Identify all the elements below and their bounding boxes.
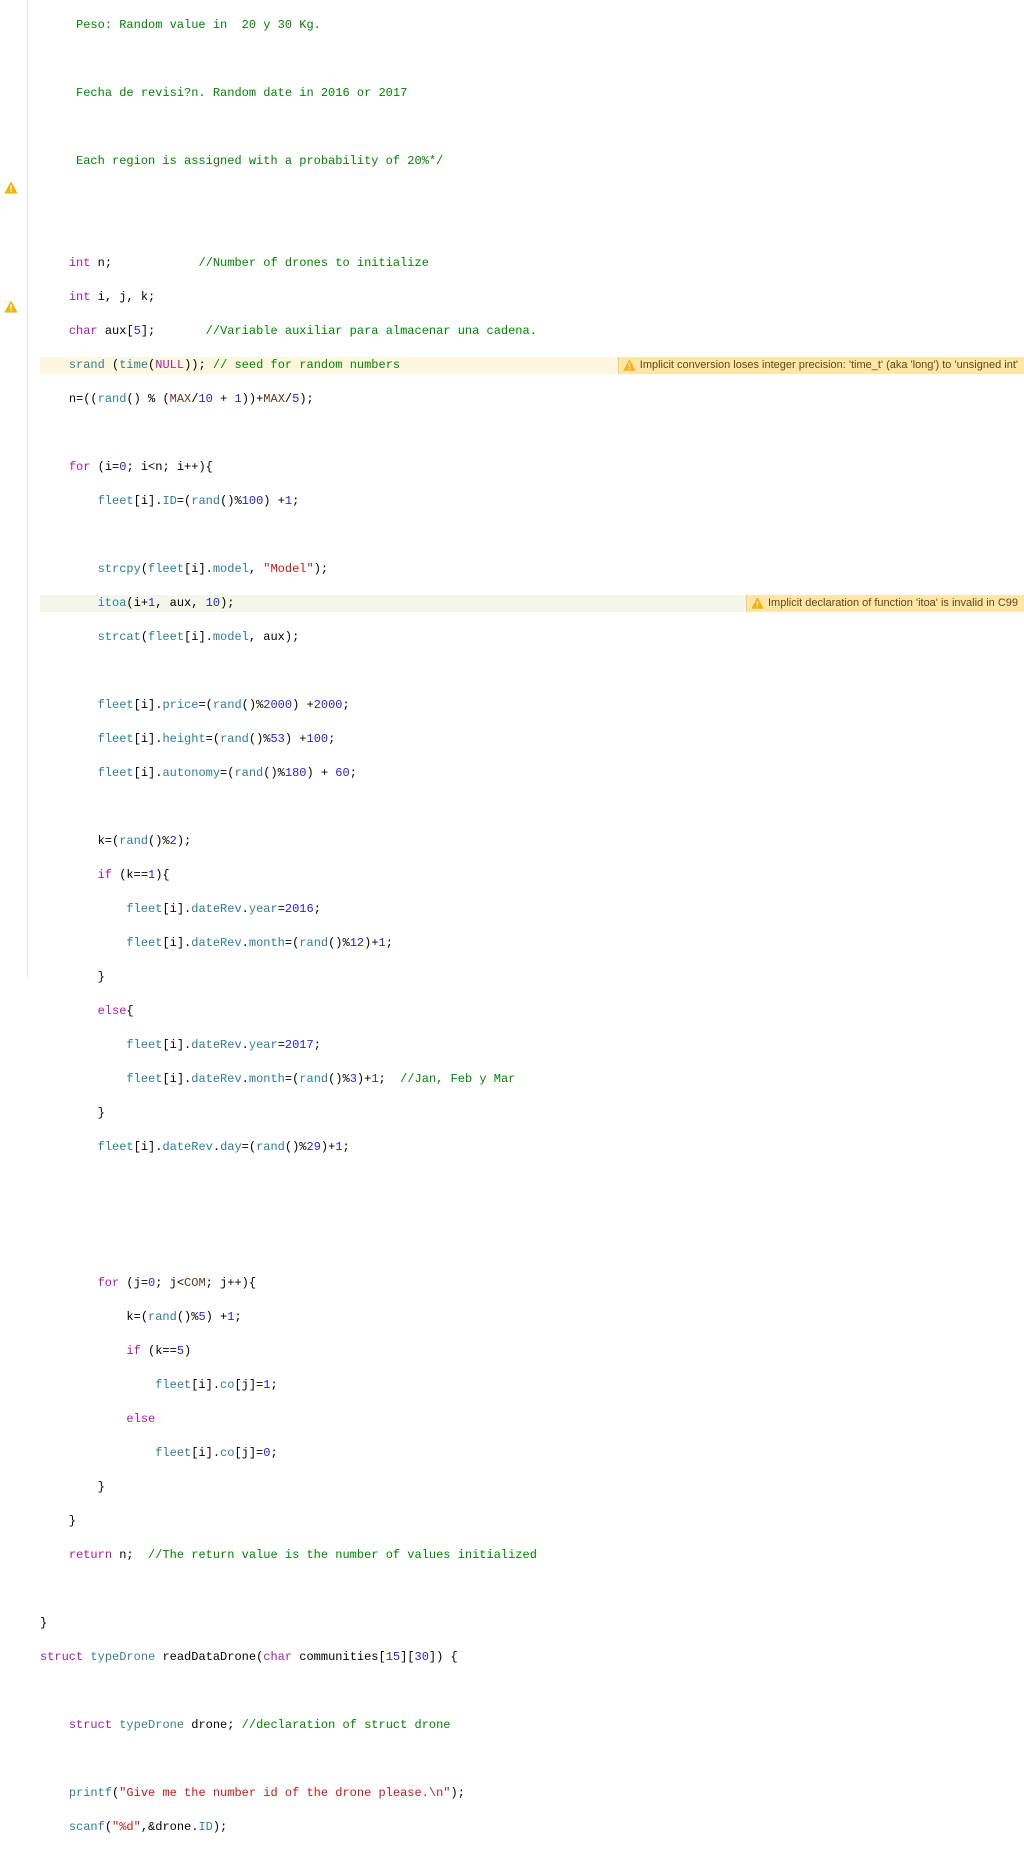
editor: Peso: Random value in 20 y 30 Kg. Fecha … <box>0 0 1024 977</box>
warning-icon <box>4 300 18 314</box>
gutter-warning-1[interactable] <box>4 181 20 197</box>
warning-text: Implicit conversion loses integer precis… <box>640 357 1018 374</box>
comment: Fecha de revisi?n. Random date in 2016 o… <box>76 86 407 100</box>
warning-icon <box>623 359 636 372</box>
comment: Peso: Random value in 20 y 30 Kg. <box>76 18 321 32</box>
warning-text: Implicit declaration of function 'itoa' … <box>768 595 1018 612</box>
comment: Each region is assigned with a probabili… <box>76 154 443 168</box>
gutter <box>0 0 28 977</box>
inline-warning-2[interactable]: Implicit declaration of function 'itoa' … <box>746 595 1024 612</box>
gutter-warning-2[interactable] <box>4 300 20 316</box>
warning-icon <box>4 181 18 195</box>
inline-warning-1[interactable]: Implicit conversion loses integer precis… <box>618 357 1024 374</box>
warning-icon <box>751 597 764 610</box>
code-area[interactable]: Peso: Random value in 20 y 30 Kg. Fecha … <box>28 0 1024 977</box>
